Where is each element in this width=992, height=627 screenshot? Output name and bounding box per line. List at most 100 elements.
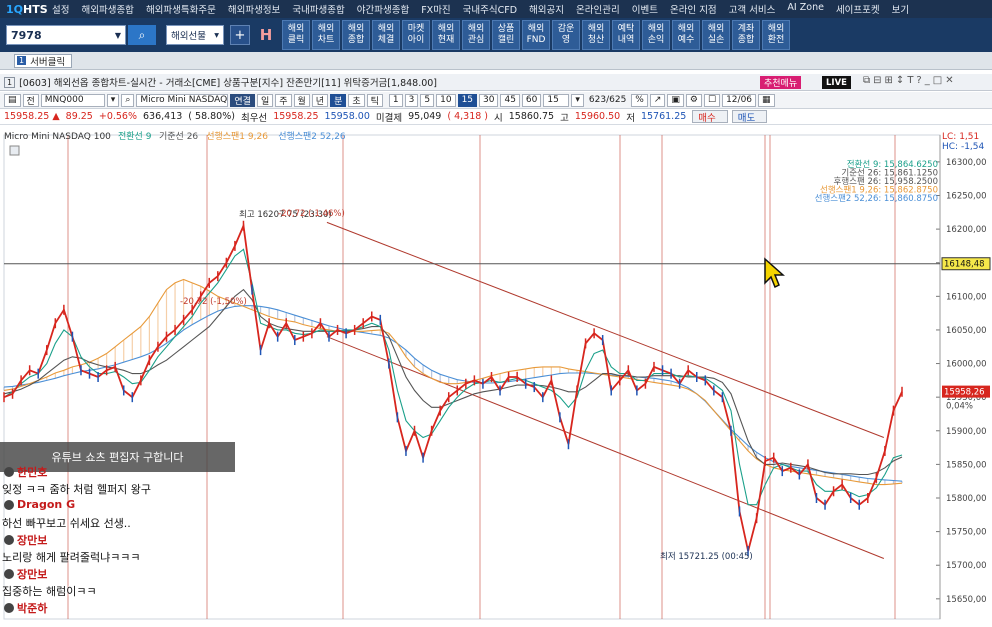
hts-h-button[interactable]: H <box>256 25 276 45</box>
window-control-icon[interactable]: T <box>907 75 913 86</box>
menu-item[interactable]: 이벤트 <box>626 2 664 16</box>
add-window-button[interactable]: + <box>230 25 250 45</box>
window-control-icon[interactable]: ⧉ <box>863 75 870 86</box>
menu-item[interactable]: 해외공지 <box>523 2 570 16</box>
period-button[interactable]: 틱 <box>366 93 383 107</box>
percent-button[interactable]: % <box>631 93 648 107</box>
interval-button[interactable]: 1 <box>388 93 403 107</box>
quick-button[interactable]: 예탁 내역 <box>612 20 640 50</box>
date-field[interactable]: 12/06 <box>722 93 757 107</box>
price-chart[interactable]: 16300,0016250,0016200,0016150,0016100,00… <box>0 127 992 624</box>
quick-button[interactable]: 해외 차트 <box>312 20 340 50</box>
settings-button[interactable]: ⚙ <box>685 93 702 107</box>
quick-button[interactable]: 마켓 아이 <box>402 20 430 50</box>
quick-button[interactable]: 상품 캘린 <box>492 20 520 50</box>
checkbox[interactable]: ☐ <box>704 93 721 107</box>
menu-item[interactable]: FX마진 <box>415 2 456 16</box>
symbol-dropdown[interactable]: ▾ <box>106 93 120 107</box>
line-button[interactable]: ↗ <box>649 93 666 107</box>
count-arrows[interactable]: ▾ <box>571 93 584 107</box>
quick-button[interactable]: 해외 실손 <box>702 20 730 50</box>
period-button[interactable]: 주 <box>275 93 292 107</box>
menu-item[interactable]: 세이프포켓 <box>830 2 886 16</box>
y-tick-label: 16100,00 <box>946 292 987 302</box>
menu-item[interactable]: 설정 <box>46 2 75 16</box>
interval-button[interactable]: 60 <box>521 93 542 107</box>
quick-button[interactable]: 해외 종합 <box>342 20 370 50</box>
link-button[interactable]: 연결 <box>230 93 255 107</box>
interval-button[interactable]: 30 <box>479 93 499 107</box>
code-value: 7978 <box>11 28 42 42</box>
interval-button[interactable]: 3 <box>404 93 419 107</box>
period-button[interactable]: 분 <box>330 93 347 107</box>
interval-button[interactable]: 10 <box>436 93 456 107</box>
quick-button[interactable]: 해외 FND <box>522 20 550 50</box>
market-select[interactable]: 해외선물 ▾ <box>166 25 224 45</box>
window-control-icon[interactable]: □ <box>933 75 942 86</box>
avatar-icon <box>4 569 14 579</box>
window-control-icon[interactable]: ? <box>916 75 921 86</box>
window-control-icon[interactable]: _ <box>925 75 930 86</box>
live-label: LIVE <box>826 77 847 88</box>
interval-button[interactable]: 5 <box>420 93 435 107</box>
quick-button[interactable]: 해외 환전 <box>762 20 790 50</box>
quick-button[interactable]: 해외 손익 <box>642 20 670 50</box>
chat-message: 하선 빠꾸보고 쉬세요 선생.. <box>2 517 131 530</box>
interval-button[interactable]: 15 <box>457 93 478 107</box>
chevron-down-icon[interactable]: ▼ <box>111 31 125 40</box>
plus-icon: + <box>234 27 246 43</box>
y-tick-label: 15650,00 <box>946 595 987 605</box>
quick-button[interactable]: 감운 영 <box>552 20 580 50</box>
search-symbol-button[interactable]: ⌕ <box>121 93 135 107</box>
chevron-down-icon: ▾ <box>214 29 219 41</box>
price-change-pct: +0.56% <box>98 111 137 122</box>
period-button[interactable]: 일 <box>256 93 274 107</box>
count-select[interactable]: 15 <box>543 93 570 107</box>
period-button[interactable]: 년 <box>311 93 329 107</box>
calendar-button[interactable]: ▦ <box>758 93 775 107</box>
menu-item[interactable]: 보기 <box>886 2 915 16</box>
legend-item: 기준선 26 <box>159 131 198 142</box>
menu-item[interactable]: 온라인 지점 <box>664 2 723 16</box>
code-input[interactable]: 7978 ▼ <box>6 25 126 45</box>
menu-item[interactable]: 국내파생종합 <box>286 2 350 16</box>
sell-button[interactable]: 매도 <box>731 110 768 124</box>
menu-items: 설정 해외파생종합 해외파생특화주문 해외파생정보 국내파생종합 야간파생종합 FX마진 국내… <box>46 2 915 16</box>
quick-button[interactable]: 계좌 종합 <box>732 20 760 50</box>
menu-item[interactable]: 해외파생정보 <box>222 2 286 16</box>
symbol-input[interactable]: MNQ000 <box>40 93 105 107</box>
y-tick-label: 15700,00 <box>946 561 987 571</box>
tab-server-click[interactable]: 1 서버클릭 <box>14 53 73 68</box>
chart-type-button[interactable]: ▤ <box>4 93 21 107</box>
menu-item[interactable]: 고객 서비스 <box>723 2 782 16</box>
menu-item[interactable]: 국내주식CFD <box>457 2 523 16</box>
menu-item[interactable]: 해외파생종합 <box>75 2 139 16</box>
menu-item[interactable]: AI Zone <box>781 2 830 16</box>
window-control-icon[interactable]: ✕ <box>945 75 953 86</box>
interval-button[interactable]: 45 <box>500 93 520 107</box>
live-button[interactable]: LIVE <box>822 76 851 89</box>
quick-button[interactable]: 해외 관심 <box>462 20 490 50</box>
window-control-icon[interactable]: ⊟ <box>873 75 881 86</box>
quick-button[interactable]: 해외 현재 <box>432 20 460 50</box>
menu-item[interactable]: 해외파생특화주문 <box>140 2 222 16</box>
chat-username: 박준하 <box>4 600 47 616</box>
quick-button[interactable]: 해외 클릭 <box>282 20 310 50</box>
chart-area[interactable]: 16300,0016250,0016200,0016150,0016100,00… <box>0 127 992 624</box>
y-tick-label: 16300,00 <box>946 158 987 168</box>
quick-button[interactable]: 해외 체결 <box>372 20 400 50</box>
window-control-icon[interactable]: ↕ <box>896 75 904 86</box>
save-button[interactable]: ▣ <box>667 93 684 107</box>
quick-button[interactable]: 해외 청산 <box>582 20 610 50</box>
buy-button[interactable]: 매수 <box>692 110 728 124</box>
menu-item[interactable]: 야간파생종합 <box>351 2 415 16</box>
quick-button[interactable]: 해외 예수 <box>672 20 700 50</box>
recommend-menu-button[interactable]: 추천메뉴 <box>760 76 802 89</box>
period-button[interactable]: 초 <box>348 93 365 107</box>
search-button[interactable]: ⌕ <box>128 25 156 45</box>
menu-item[interactable]: 온라인관리 <box>570 2 626 16</box>
window-control-icon[interactable]: ⊞ <box>885 75 893 86</box>
hline-price-label: 16148,48 <box>944 260 985 270</box>
jeon-button[interactable]: 전 <box>22 93 39 107</box>
period-button[interactable]: 월 <box>293 93 310 107</box>
